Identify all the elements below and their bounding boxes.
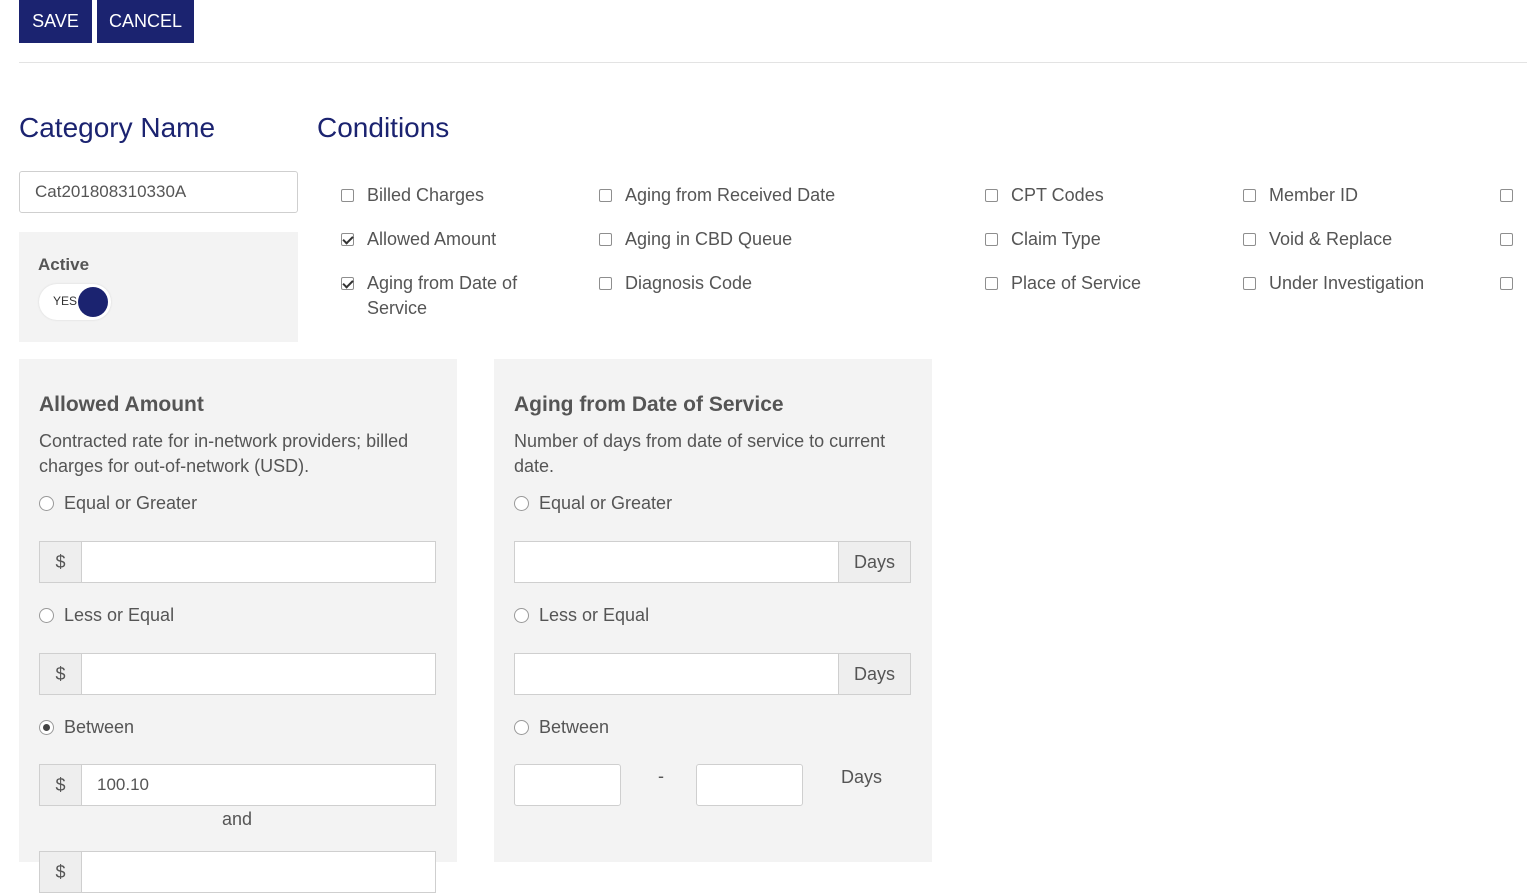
condition-label: Void & Replace [1269,229,1393,249]
toggle-knob [78,287,108,317]
radio-button[interactable] [39,496,54,511]
radio-label: Less or Equal [64,605,175,625]
condition-label: Member ID [1269,185,1359,205]
condition-label: Aging from Received Date [625,185,836,205]
currency-addon: $ [39,764,82,806]
checkbox[interactable] [1243,189,1256,202]
condition-unlabeled-3[interactable] [1500,272,1527,290]
panel-description: Contracted rate for in-network providers… [39,431,409,476]
active-panel: Active YES [19,232,298,342]
between-from-days-input[interactable] [514,764,621,806]
days-label: Days [841,767,883,787]
condition-aging-in-cbd-queue[interactable]: Aging in CBD Queue [599,228,959,252]
ge-days-input[interactable] [514,541,839,583]
days-addon: Days [838,541,911,583]
option-equal-or-greater[interactable]: Equal or Greater [514,493,672,514]
condition-label: Place of Service [1011,273,1142,293]
condition-label: Under Investigation [1269,273,1425,293]
condition-allowed-amount[interactable]: Allowed Amount [341,228,561,252]
radio-button[interactable] [39,608,54,623]
range-separator: - [658,766,664,786]
between-from-input[interactable] [81,764,436,806]
panel-title: Aging from Date of Service [514,393,784,416]
checkbox[interactable] [985,189,998,202]
currency-addon: $ [39,541,82,583]
checkbox[interactable] [1243,277,1256,290]
condition-cpt-codes[interactable]: CPT Codes [985,184,1215,208]
between-to-input[interactable] [81,851,436,893]
category-name-input[interactable] [19,171,298,213]
radio-button[interactable] [514,720,529,735]
days-addon: Days [838,653,911,695]
radio-label: Equal or Greater [539,493,673,513]
radio-label: Equal or Greater [64,493,198,513]
aging-dos-panel: Aging from Date of Service Number of day… [494,359,932,862]
save-button[interactable]: SAVE [19,0,92,43]
between-to-days-input[interactable] [696,764,803,806]
checkbox[interactable] [599,233,612,246]
currency-addon: $ [39,851,82,893]
condition-unlabeled-2[interactable] [1500,228,1527,246]
radio-button[interactable] [39,720,54,735]
and-label: and [222,809,253,829]
option-less-or-equal[interactable]: Less or Equal [514,605,649,626]
active-label: Active [38,255,90,274]
condition-label: Allowed Amount [367,229,497,249]
allowed-amount-panel: Allowed Amount Contracted rate for in-ne… [19,359,457,893]
checkbox[interactable] [341,233,354,246]
option-between[interactable]: Between [514,717,609,738]
radio-button[interactable] [514,608,529,623]
option-between[interactable]: Between [39,717,134,738]
condition-label: Aging from Date of Service [367,273,518,318]
condition-label: Billed Charges [367,185,485,205]
condition-unlabeled-1[interactable] [1500,184,1527,202]
ge-amount-input[interactable] [81,541,436,583]
condition-void-replace[interactable]: Void & Replace [1243,228,1483,252]
condition-claim-type[interactable]: Claim Type [985,228,1215,252]
cancel-button[interactable]: CANCEL [97,0,194,43]
currency-addon: $ [39,653,82,695]
checkbox[interactable] [599,277,612,290]
condition-label: Diagnosis Code [625,273,753,293]
checkbox[interactable] [341,189,354,202]
condition-member-id[interactable]: Member ID [1243,184,1483,208]
active-toggle[interactable]: YES [39,284,111,320]
checkbox[interactable] [985,233,998,246]
condition-aging-from-date-of-service[interactable]: Aging from Date of Service [341,272,551,321]
checkbox[interactable] [1500,189,1513,202]
panel-description: Number of days from date of service to c… [514,431,886,476]
radio-label: Less or Equal [539,605,650,625]
panel-title: Allowed Amount [39,393,204,416]
checkbox[interactable] [341,277,354,290]
condition-label: Claim Type [1011,229,1101,249]
le-days-input[interactable] [514,653,839,695]
checkbox[interactable] [599,189,612,202]
condition-under-investigation[interactable]: Under Investigation [1243,272,1483,296]
condition-label: Aging in CBD Queue [625,229,793,249]
conditions-heading: Conditions [317,112,450,143]
le-amount-input[interactable] [81,653,436,695]
condition-billed-charges[interactable]: Billed Charges [341,184,561,208]
condition-diagnosis-code[interactable]: Diagnosis Code [599,272,959,296]
condition-label: CPT Codes [1011,185,1104,205]
condition-aging-from-received-date[interactable]: Aging from Received Date [599,184,959,208]
checkbox[interactable] [985,277,998,290]
checkbox[interactable] [1500,277,1513,290]
option-equal-or-greater[interactable]: Equal or Greater [39,493,197,514]
category-name-heading: Category Name [19,112,216,143]
radio-label: Between [539,717,610,737]
radio-button[interactable] [514,496,529,511]
condition-place-of-service[interactable]: Place of Service [985,272,1215,296]
checkbox[interactable] [1243,233,1256,246]
checkbox[interactable] [1500,233,1513,246]
toolbar-divider [19,62,1527,63]
toggle-text: YES [53,294,78,308]
radio-label: Between [64,717,135,737]
option-less-or-equal[interactable]: Less or Equal [39,605,174,626]
